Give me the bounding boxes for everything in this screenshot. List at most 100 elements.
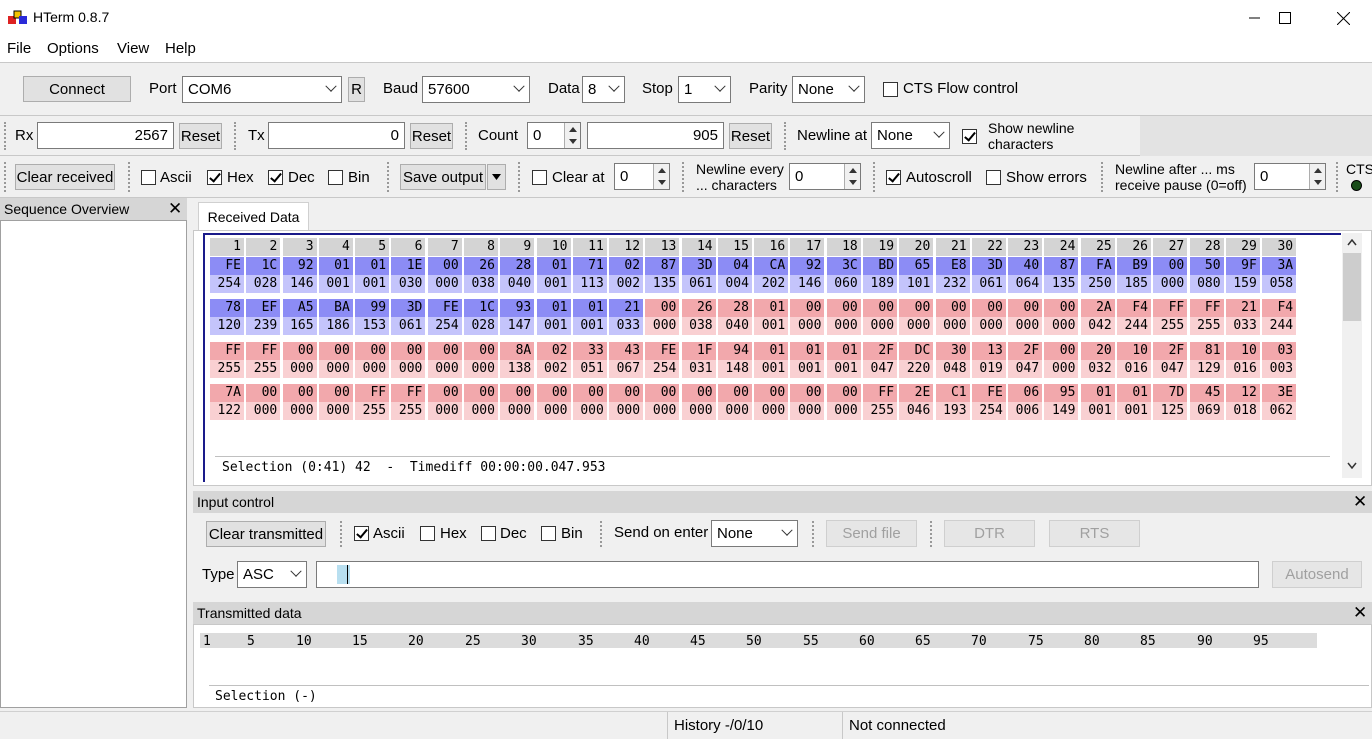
hex-byte-cell[interactable]: 2F <box>863 342 898 360</box>
dec-byte-cell[interactable]: 000 <box>790 317 825 335</box>
dec-byte-cell[interactable]: 000 <box>427 402 462 420</box>
tx-ascii-checkbox[interactable] <box>354 526 369 541</box>
hex-byte-cell[interactable]: FF <box>1153 299 1188 317</box>
hex-byte-cell[interactable]: 50 <box>1189 257 1224 275</box>
maximize-button[interactable] <box>1256 0 1314 36</box>
hex-byte-cell[interactable]: 2F <box>1008 342 1043 360</box>
dec-byte-cell[interactable]: 001 <box>826 360 861 378</box>
hex-byte-cell[interactable]: 00 <box>427 342 462 360</box>
hex-byte-cell[interactable]: 01 <box>536 299 571 317</box>
hex-byte-cell[interactable]: 01 <box>1080 384 1115 402</box>
hex-byte-cell[interactable]: FF <box>391 384 426 402</box>
newline-every-input[interactable]: 0 <box>789 163 861 190</box>
hex-byte-cell[interactable]: 00 <box>536 384 571 402</box>
hex-byte-cell[interactable]: FF <box>210 342 244 360</box>
hex-byte-cell[interactable]: 01 <box>1117 384 1151 402</box>
hex-byte-cell[interactable]: 3C <box>826 257 861 275</box>
hex-byte-cell[interactable]: 2F <box>1153 342 1188 360</box>
hex-byte-cell[interactable]: 26 <box>463 257 498 275</box>
hex-byte-cell[interactable]: 92 <box>282 257 317 275</box>
sequence-overview-list[interactable] <box>0 220 187 708</box>
scroll-up-icon[interactable] <box>1347 239 1357 246</box>
dec-byte-cell[interactable]: 255 <box>863 402 898 420</box>
spin-down-icon[interactable] <box>849 180 857 185</box>
dec-byte-cell[interactable]: 061 <box>391 317 426 335</box>
hex-byte-cell[interactable]: 30 <box>935 342 970 360</box>
dec-byte-cell[interactable]: 000 <box>1153 275 1188 293</box>
hex-byte-cell[interactable]: 00 <box>645 299 680 317</box>
dec-byte-cell[interactable]: 000 <box>826 317 861 335</box>
dec-byte-cell[interactable]: 040 <box>717 317 752 335</box>
hex-byte-cell[interactable]: FE <box>427 299 462 317</box>
spin-down-icon[interactable] <box>1314 180 1322 185</box>
dec-byte-cell[interactable]: 038 <box>681 317 716 335</box>
dec-byte-cell[interactable]: 000 <box>463 402 498 420</box>
hex-byte-cell[interactable]: 00 <box>826 299 861 317</box>
hex-byte-cell[interactable]: 06 <box>1008 384 1043 402</box>
dec-byte-cell[interactable]: 001 <box>790 360 825 378</box>
dec-byte-cell[interactable]: 135 <box>645 275 680 293</box>
hex-byte-cell[interactable]: 94 <box>717 342 752 360</box>
dec-byte-cell[interactable]: 047 <box>1153 360 1188 378</box>
toolbar-grip[interactable] <box>465 122 469 150</box>
close-transmitted-data-icon[interactable]: ✕ <box>1353 603 1367 623</box>
hex-byte-cell[interactable]: 95 <box>1044 384 1079 402</box>
hex-byte-cell[interactable]: 00 <box>1044 342 1079 360</box>
hex-byte-cell[interactable]: 3E <box>1262 384 1297 402</box>
hex-byte-cell[interactable]: 81 <box>1189 342 1224 360</box>
dec-byte-cell[interactable]: 193 <box>935 402 970 420</box>
hex-byte-cell[interactable]: 00 <box>427 257 462 275</box>
toolbar-grip[interactable] <box>873 162 877 192</box>
dec-byte-cell[interactable]: 000 <box>427 275 462 293</box>
hex-byte-cell[interactable]: 20 <box>1080 342 1115 360</box>
dec-byte-cell[interactable]: 001 <box>754 317 789 335</box>
tx-bin-checkbox[interactable] <box>541 526 556 541</box>
clear-at-checkbox[interactable] <box>532 170 547 185</box>
hex-byte-cell[interactable]: 8A <box>500 342 535 360</box>
dec-byte-cell[interactable]: 146 <box>282 275 317 293</box>
rx-ascii-checkbox[interactable] <box>141 170 156 185</box>
hex-byte-cell[interactable]: 00 <box>863 299 898 317</box>
dec-byte-cell[interactable]: 000 <box>318 402 353 420</box>
hex-byte-cell[interactable]: 3D <box>971 257 1006 275</box>
dec-byte-cell[interactable]: 000 <box>427 360 462 378</box>
hex-byte-cell[interactable]: 26 <box>681 299 716 317</box>
hex-byte-cell[interactable]: A5 <box>282 299 317 317</box>
toolbar-grip[interactable] <box>930 521 934 547</box>
save-output-button[interactable]: Save output <box>400 164 486 190</box>
spin-up-icon[interactable] <box>1314 168 1322 173</box>
dec-byte-cell[interactable]: 220 <box>899 360 934 378</box>
rx-dec-checkbox[interactable] <box>268 170 283 185</box>
toolbar-grip[interactable] <box>682 162 686 192</box>
hex-byte-cell[interactable]: 71 <box>572 257 607 275</box>
hex-byte-cell[interactable]: 00 <box>609 384 644 402</box>
spin-up-icon[interactable] <box>849 168 857 173</box>
dec-byte-cell[interactable]: 064 <box>1008 275 1043 293</box>
hex-byte-cell[interactable]: BA <box>318 299 353 317</box>
dec-byte-cell[interactable]: 040 <box>500 275 535 293</box>
dec-byte-cell[interactable]: 030 <box>391 275 426 293</box>
hex-byte-cell[interactable]: 01 <box>754 299 789 317</box>
hex-byte-cell[interactable]: 28 <box>500 257 535 275</box>
toolbar-grip[interactable] <box>1101 162 1105 192</box>
dec-byte-cell[interactable]: 000 <box>536 402 571 420</box>
connect-button[interactable]: Connect <box>23 76 131 102</box>
dec-byte-cell[interactable]: 000 <box>681 402 716 420</box>
scroll-down-icon[interactable] <box>1347 462 1357 469</box>
newline-every-spinner[interactable] <box>844 164 860 189</box>
dec-byte-cell[interactable]: 244 <box>1117 317 1151 335</box>
dec-byte-cell[interactable]: 048 <box>935 360 970 378</box>
toolbar-grip[interactable] <box>1336 162 1340 192</box>
dec-byte-cell[interactable]: 067 <box>609 360 644 378</box>
dec-byte-cell[interactable]: 000 <box>282 360 317 378</box>
hex-byte-cell[interactable]: 21 <box>1225 299 1260 317</box>
hex-byte-cell[interactable]: E8 <box>935 257 970 275</box>
dec-byte-cell[interactable]: 001 <box>1080 402 1115 420</box>
hex-byte-cell[interactable]: 3A <box>1262 257 1297 275</box>
hex-byte-cell[interactable]: FF <box>1189 299 1224 317</box>
dec-byte-cell[interactable]: 000 <box>863 317 898 335</box>
hex-byte-cell[interactable]: B9 <box>1117 257 1151 275</box>
hex-byte-cell[interactable]: 65 <box>899 257 934 275</box>
hex-byte-cell[interactable]: EF <box>246 299 281 317</box>
dec-byte-cell[interactable]: 080 <box>1189 275 1224 293</box>
